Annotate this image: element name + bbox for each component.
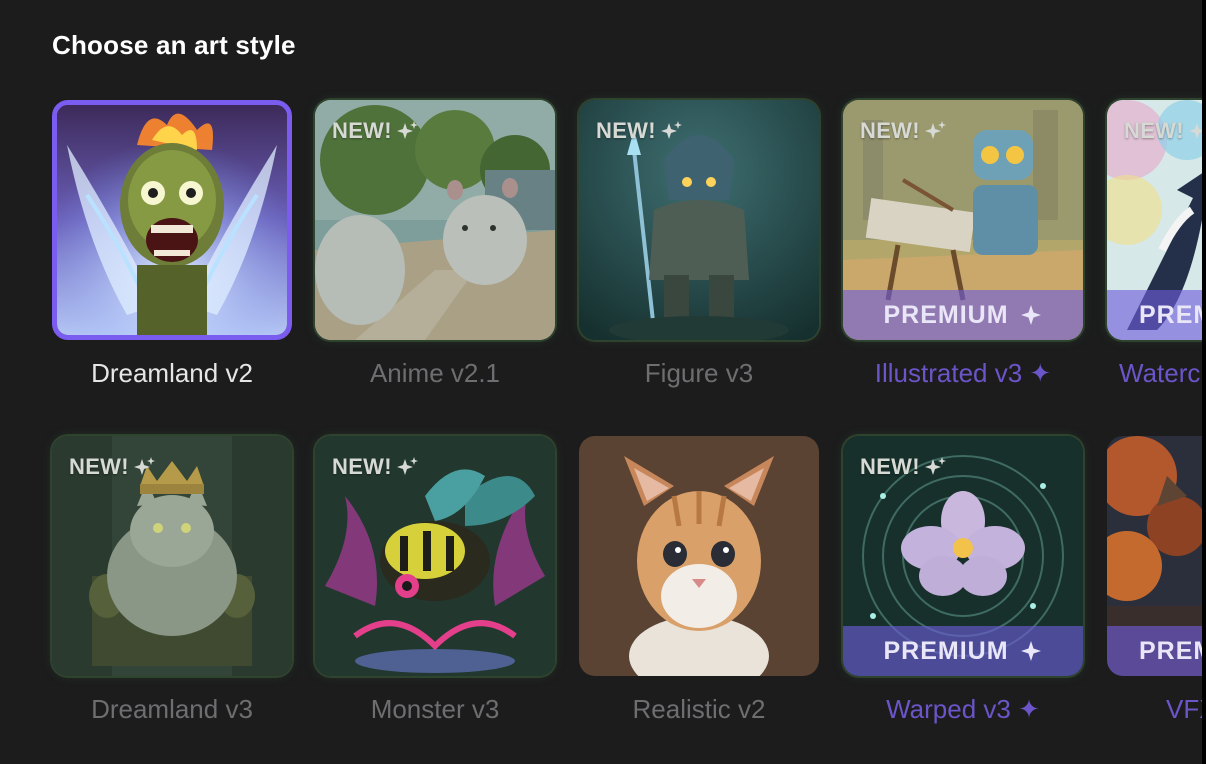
style-card-realistic-v2[interactable] <box>579 436 819 676</box>
art-style-picker: Choose an art style Dreamland v2 NEW! An… <box>0 0 1206 764</box>
sparkle-icon <box>1020 305 1041 325</box>
style-card-vfx[interactable]: PREMIUM <box>1107 436 1206 676</box>
style-label: Dreamland v3 <box>91 694 253 724</box>
sparkle-icon <box>396 457 418 475</box>
style-label: Figure v3 <box>644 358 754 388</box>
new-badge: NEW! <box>596 118 684 144</box>
style-card-illustrated-v3[interactable]: NEW! PREMIUM <box>843 100 1083 340</box>
sparkle-icon <box>924 457 946 475</box>
style-label: Waterc <box>1119 358 1201 388</box>
kitten-art <box>579 436 819 676</box>
style-card-anime-v2-1[interactable]: NEW! <box>315 100 555 340</box>
sparkle-icon <box>660 121 682 139</box>
style-label: Monster v3 <box>370 694 500 724</box>
style-card-monster-v3[interactable]: NEW! <box>315 436 555 676</box>
new-badge: NEW! <box>332 118 420 144</box>
style-card-watercolor[interactable]: NEW! PREMIUM <box>1107 100 1206 340</box>
sparkle-icon <box>133 457 155 475</box>
premium-badge: PREMIUM <box>1107 290 1206 340</box>
new-badge: NEW! <box>1124 118 1206 144</box>
style-label: Illustrated v3 ✦ <box>874 358 1052 388</box>
style-card-figure-v3[interactable]: NEW! <box>579 100 819 340</box>
new-badge: NEW! <box>332 454 420 480</box>
style-card-warped-v3[interactable]: NEW! PREMIUM <box>843 436 1083 676</box>
premium-badge: PREMIUM <box>1107 626 1206 676</box>
screaming-alien-art <box>57 105 287 335</box>
new-badge: NEW! <box>860 118 948 144</box>
sparkle-icon <box>1020 641 1041 661</box>
sparkle-icon <box>396 121 418 139</box>
premium-badge: PREMIUM <box>843 626 1083 676</box>
style-label: Dreamland v2 <box>91 358 253 388</box>
page-title: Choose an art style <box>52 30 296 60</box>
style-card-dreamland-v3[interactable]: NEW! <box>52 436 292 676</box>
style-card-dreamland-v2[interactable] <box>52 100 292 340</box>
window-edge <box>1202 0 1206 764</box>
new-badge: NEW! <box>69 454 157 480</box>
premium-badge: PREMIUM <box>843 290 1083 340</box>
style-label: Realistic v2 <box>632 694 766 724</box>
style-label: VFX <box>1166 694 1206 724</box>
new-badge: NEW! <box>860 454 948 480</box>
style-label: Warped v3 ✦ <box>886 694 1040 724</box>
style-label: Anime v2.1 <box>369 358 501 388</box>
sparkle-icon <box>924 121 946 139</box>
